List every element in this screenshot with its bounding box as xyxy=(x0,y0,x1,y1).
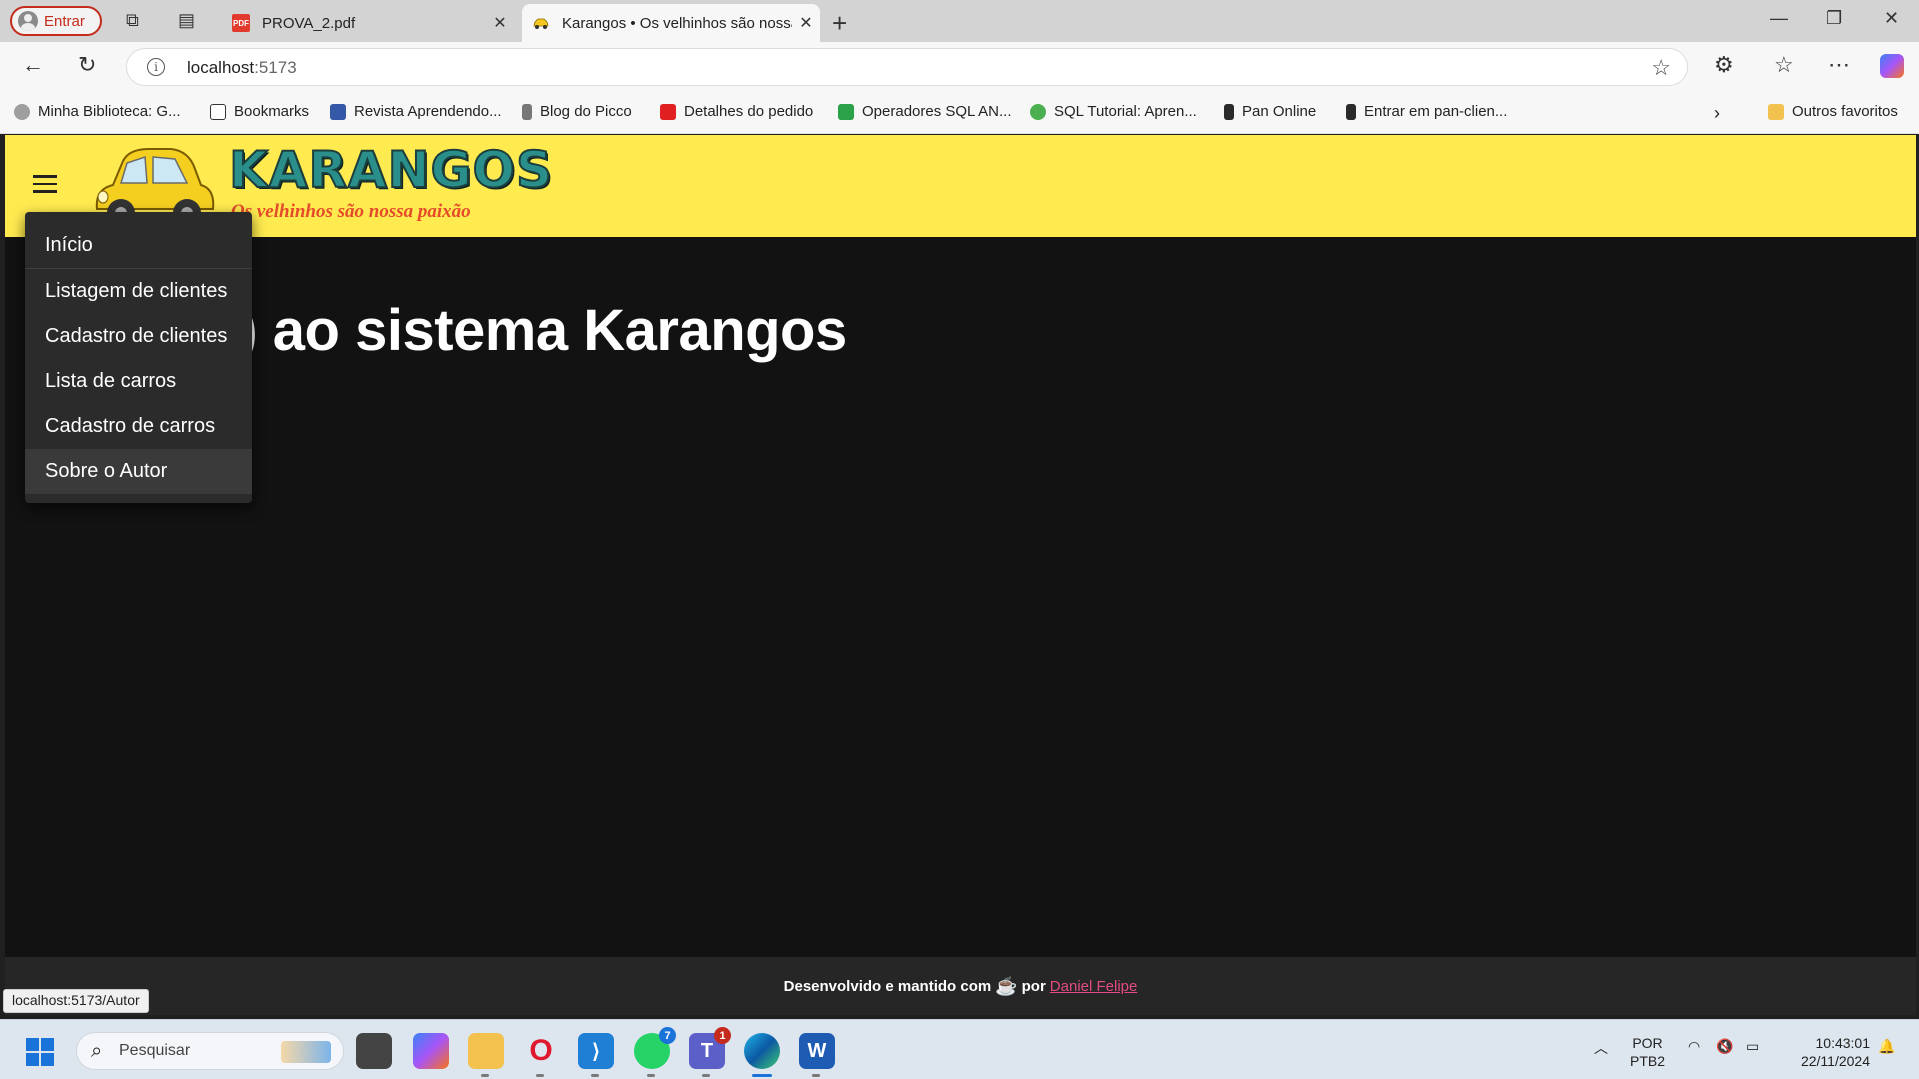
bookmark-item[interactable]: Minha Biblioteca: G... xyxy=(14,103,181,120)
browser-toolbar: ← ↻ i localhost:5173 ☆ ⚙ ☆ ⋯ xyxy=(0,42,1919,92)
search-highlight-image xyxy=(281,1041,331,1063)
bookmark-item[interactable]: Bookmarks xyxy=(210,103,309,120)
back-icon[interactable]: ← xyxy=(22,54,44,76)
w3-icon xyxy=(838,103,854,120)
sql-icon xyxy=(1030,103,1046,120)
bookmark-item[interactable]: Entrar em pan-clien... xyxy=(1346,103,1507,120)
footer-text: Desenvolvido e mantido com xyxy=(783,977,992,995)
page-footer: Desenvolvido e mantido com ☕ por Daniel … xyxy=(5,957,1916,1015)
address-bar[interactable]: i localhost:5173 ☆ xyxy=(126,48,1688,86)
page-icon xyxy=(210,103,226,120)
teams-badge: 1 xyxy=(714,1027,731,1044)
bookmark-item[interactable]: Pan Online xyxy=(1224,103,1316,120)
windows-start-icon[interactable] xyxy=(26,1038,54,1066)
edge-icon[interactable] xyxy=(744,1033,780,1077)
reload-icon[interactable]: ↻ xyxy=(78,54,96,76)
menu-item-lista-carros[interactable]: Lista de carros xyxy=(25,359,252,404)
browser-tab-strip: Entrar ⧉ ▤ PDF PROVA_2.pdf ✕ Karangos • … xyxy=(0,0,1919,42)
chevron-right-icon[interactable]: › xyxy=(1714,103,1720,124)
tab-title: PROVA_2.pdf xyxy=(262,14,356,32)
workspaces-icon[interactable]: ⧉ xyxy=(126,11,139,29)
tab-karangos[interactable]: Karangos • Os velhinhos são nossa paixão… xyxy=(522,4,820,42)
p-icon xyxy=(1224,103,1234,120)
store-icon xyxy=(660,103,676,120)
avatar xyxy=(18,11,38,31)
menu-hamburger-icon[interactable] xyxy=(33,175,57,193)
search-placeholder: Pesquisar xyxy=(119,1042,191,1059)
bookmark-item[interactable]: SQL Tutorial: Apren... xyxy=(1030,103,1197,120)
footer-by: por xyxy=(1021,977,1046,995)
app-header: KARANGOS Os velhinhos são nossa paixão xyxy=(5,135,1916,237)
pdf-icon: PDF xyxy=(232,14,250,32)
windows-taskbar: ⌕ Pesquisar O ⟩ 7 T1 W ︿ POR PTB2 ◠ 🔇 ▭ … xyxy=(0,1019,1919,1079)
site-info-icon[interactable]: i xyxy=(147,58,165,76)
notifications-bell-icon[interactable]: 🔔 xyxy=(1878,1038,1895,1055)
menu-item-cadastro-clientes[interactable]: Cadastro de clientes xyxy=(25,314,252,359)
input-language[interactable]: POR PTB2 xyxy=(1630,1034,1665,1070)
menu-item-listagem-clientes[interactable]: Listagem de clientes xyxy=(25,269,252,314)
main-menu-dropdown: Início Listagem de clientes Cadastro de … xyxy=(25,212,252,503)
search-icon: ⌕ xyxy=(91,1040,103,1062)
tower-icon xyxy=(522,103,532,120)
url-text: localhost:5173 xyxy=(187,58,297,77)
bookmarks-bar: Minha Biblioteca: G... Bookmarks Revista… xyxy=(0,92,1919,134)
favorite-star-icon[interactable]: ☆ xyxy=(1651,55,1671,81)
word-icon[interactable]: W xyxy=(799,1033,835,1077)
whatsapp-badge: 7 xyxy=(659,1027,676,1044)
page-viewport: KARANGOS Os velhinhos são nossa paixão n… xyxy=(5,135,1916,1015)
p-icon xyxy=(1346,103,1356,120)
tab-actions-icon[interactable]: ▤ xyxy=(178,11,195,29)
close-window-icon[interactable]: ✕ xyxy=(1884,8,1899,29)
menu-item-inicio[interactable]: Início xyxy=(25,222,252,269)
new-tab-icon[interactable]: + xyxy=(832,8,847,39)
favorites-icon[interactable]: ☆ xyxy=(1774,54,1794,76)
book-icon xyxy=(330,103,346,120)
restore-icon[interactable]: ❐ xyxy=(1826,8,1842,29)
status-url-tooltip: localhost:5173/Autor xyxy=(3,989,149,1013)
coffee-cup-icon: ☕ xyxy=(995,975,1018,996)
menu-item-cadastro-carros[interactable]: Cadastro de carros xyxy=(25,404,252,449)
taskbar-search[interactable]: ⌕ Pesquisar xyxy=(76,1032,344,1070)
system-clock[interactable]: 10:43:01 22/11/2024 xyxy=(1780,1034,1870,1070)
other-favorites[interactable]: Outros favoritos xyxy=(1768,103,1898,120)
extensions-icon[interactable]: ⚙ xyxy=(1714,54,1734,76)
opera-icon[interactable]: O xyxy=(523,1033,559,1077)
file-explorer-icon[interactable] xyxy=(468,1033,504,1077)
profile-button[interactable]: Entrar xyxy=(10,6,102,36)
copilot-app-icon[interactable] xyxy=(413,1033,449,1069)
logo-title: KARANGOS xyxy=(228,140,554,200)
tab-prova-pdf[interactable]: PDF PROVA_2.pdf ✕ xyxy=(222,4,514,42)
close-tab-icon[interactable]: ✕ xyxy=(486,13,514,33)
battery-icon[interactable]: ▭ xyxy=(1746,1038,1759,1055)
tab-title: Karangos • Os velhinhos são nossa paixão xyxy=(562,14,792,32)
bookmark-item[interactable]: Operadores SQL AN... xyxy=(838,103,1012,120)
bookmark-item[interactable]: Revista Aprendendo... xyxy=(330,103,502,120)
vscode-icon[interactable]: ⟩ xyxy=(578,1033,614,1077)
copilot-icon[interactable] xyxy=(1880,54,1904,78)
cloud-icon xyxy=(14,103,30,120)
teams-icon[interactable]: T1 xyxy=(689,1027,731,1077)
wifi-icon[interactable]: ◠ xyxy=(1688,1038,1700,1055)
minimize-icon[interactable]: — xyxy=(1770,8,1788,29)
folder-icon xyxy=(1768,103,1784,120)
car-icon xyxy=(533,18,549,29)
chevron-up-icon[interactable]: ︿ xyxy=(1594,1038,1608,1058)
volume-muted-icon[interactable]: 🔇 xyxy=(1716,1038,1733,1055)
author-link[interactable]: Daniel Felipe xyxy=(1050,978,1138,995)
bookmark-item[interactable]: Blog do Picco xyxy=(522,103,632,120)
menu-item-sobre-autor[interactable]: Sobre o Autor xyxy=(25,449,252,494)
bookmark-item[interactable]: Detalhes do pedido xyxy=(660,103,813,120)
more-icon[interactable]: ⋯ xyxy=(1828,54,1850,76)
task-view-icon[interactable] xyxy=(356,1033,392,1069)
whatsapp-icon[interactable]: 7 xyxy=(634,1027,676,1077)
close-tab-icon[interactable]: ✕ xyxy=(792,13,820,33)
profile-label: Entrar xyxy=(44,12,85,30)
logo-subtitle: Os velhinhos são nossa paixão xyxy=(231,201,471,222)
